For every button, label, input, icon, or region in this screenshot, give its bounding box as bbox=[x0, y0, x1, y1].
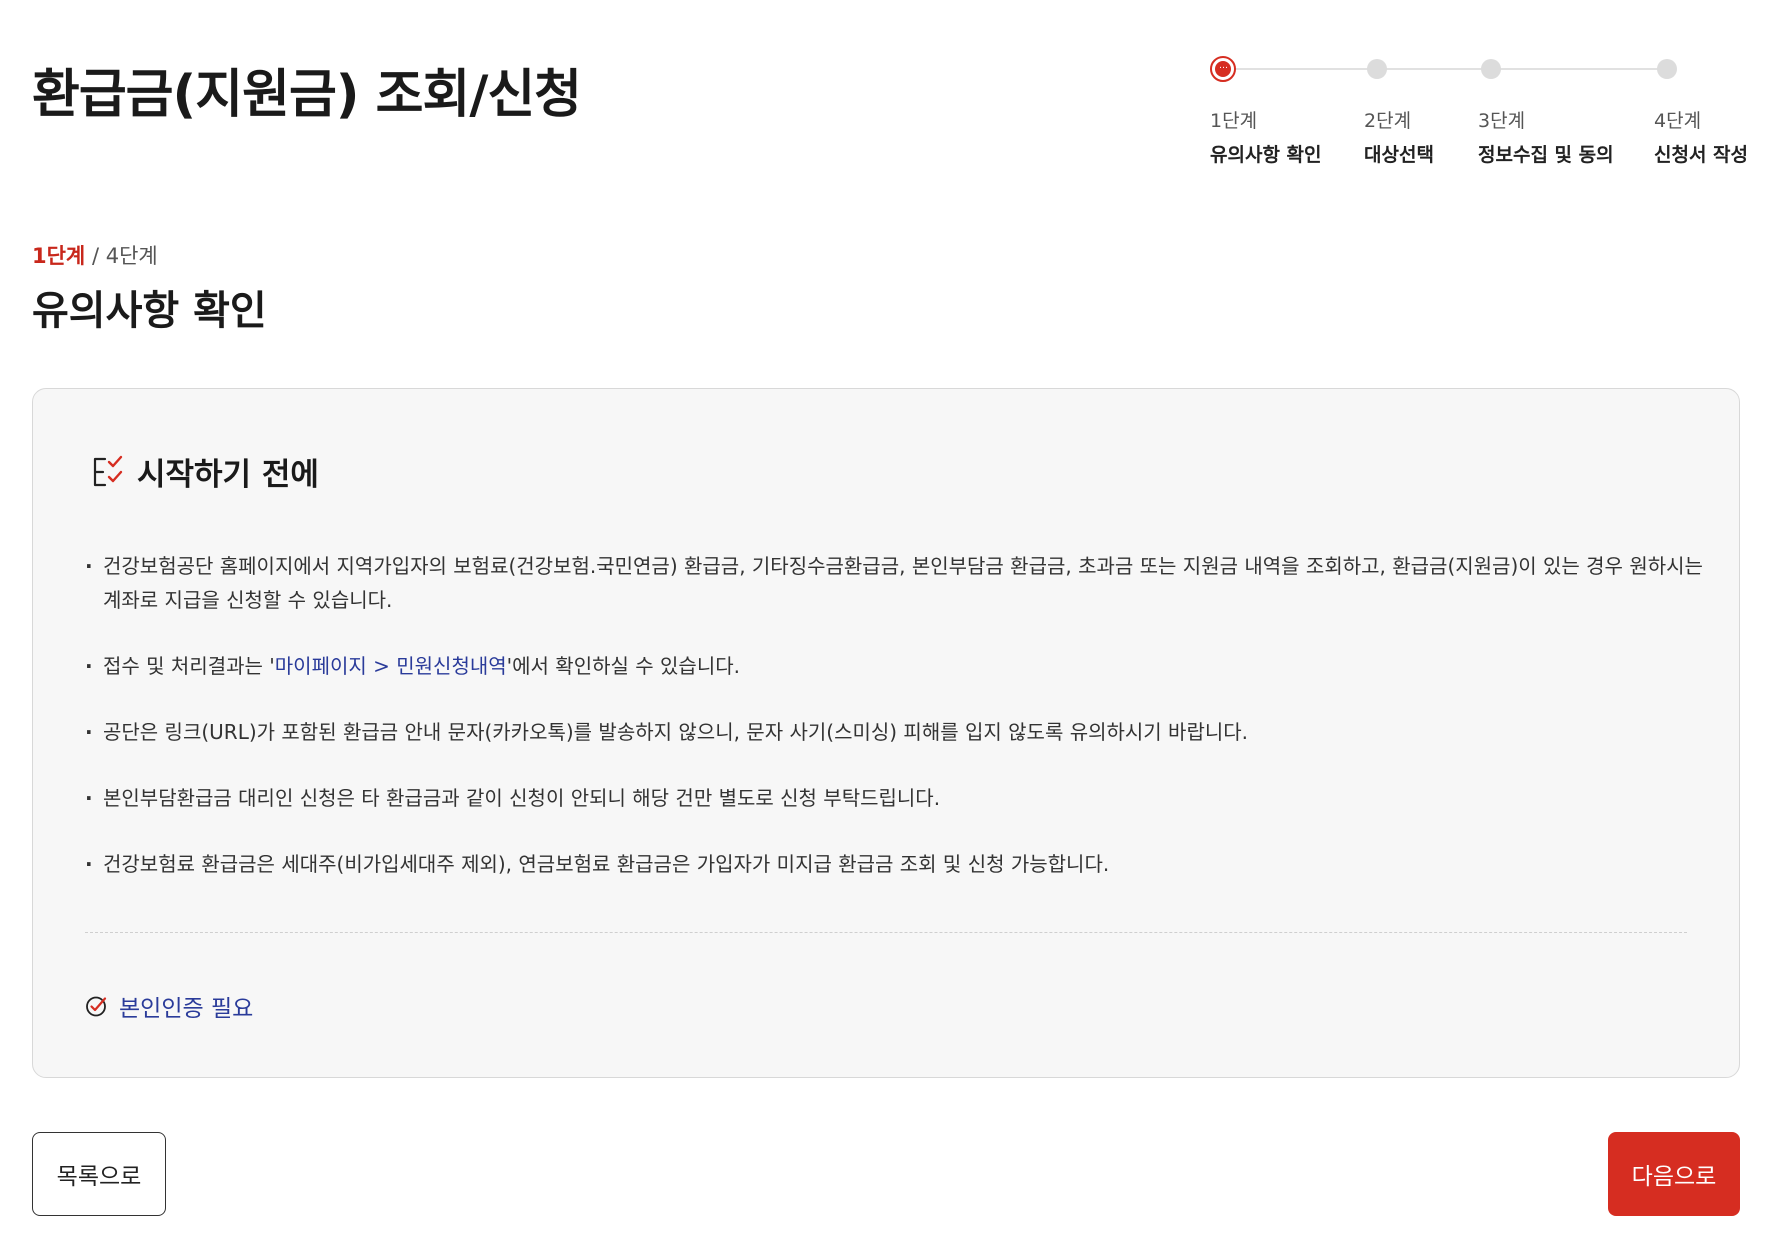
step-progress-current: 1단계 bbox=[32, 244, 86, 268]
notice-title: 시작하기 전에 bbox=[137, 457, 319, 493]
step-dot-icon bbox=[1367, 59, 1387, 79]
step-label: 신청서 작성 bbox=[1654, 144, 1749, 166]
stepper-line bbox=[1224, 68, 1674, 70]
step-progress: 1단계 / 4단계 bbox=[32, 240, 158, 270]
list-item: 접수 및 처리결과는 '마이페이지 > 민원신청내역'에서 확인하실 수 있습니… bbox=[85, 649, 1705, 683]
notice-list: 건강보험공단 홈페이지에서 지역가입자의 보험료(건강보험.국민연금) 환급금,… bbox=[85, 549, 1705, 913]
step-number: 1단계 bbox=[1210, 110, 1258, 132]
list-item: 건강보험공단 홈페이지에서 지역가입자의 보험료(건강보험.국민연금) 환급금,… bbox=[85, 549, 1705, 617]
list-item: 공단은 링크(URL)가 포함된 환급금 안내 문자(카카오톡)를 발송하지 않… bbox=[85, 715, 1705, 749]
list-item: 본인부담환급금 대리인 신청은 타 환급금과 같이 신청이 안되니 해당 건만 … bbox=[85, 781, 1705, 815]
step-label: 유의사항 확인 bbox=[1210, 144, 1322, 166]
step-progress-separator: / bbox=[85, 244, 106, 268]
list-item-text: 접수 및 처리결과는 ' bbox=[103, 654, 275, 678]
page-title: 환급금(지원금) 조회/신청 bbox=[32, 65, 582, 125]
auth-required: 본인인증 필요 bbox=[85, 989, 253, 1023]
auth-required-label: 본인인증 필요 bbox=[119, 996, 254, 1022]
progress-stepper: … 1단계 유의사항 확인 2단계 대상선택 3단계 정보수집 및 동의 4단계… bbox=[1210, 56, 1770, 176]
step-title: 유의사항 확인 bbox=[32, 288, 267, 334]
notice-box: 시작하기 전에 건강보험공단 홈페이지에서 지역가입자의 보험료(건강보험.국민… bbox=[32, 388, 1740, 1078]
divider bbox=[85, 932, 1687, 933]
step-dot-icon bbox=[1657, 59, 1677, 79]
back-to-list-button[interactable]: 목록으로 bbox=[32, 1132, 166, 1216]
step-number: 3단계 bbox=[1478, 110, 1526, 132]
next-button[interactable]: 다음으로 bbox=[1608, 1132, 1740, 1216]
checklist-icon bbox=[93, 455, 123, 486]
list-item-text: '에서 확인하실 수 있습니다. bbox=[506, 654, 740, 678]
check-circle-icon bbox=[86, 996, 107, 1017]
step-label: 정보수집 및 동의 bbox=[1478, 144, 1614, 166]
step-active-icon: … bbox=[1210, 56, 1236, 82]
step-number: 4단계 bbox=[1654, 110, 1702, 132]
notice-header: 시작하기 전에 bbox=[91, 449, 319, 494]
step-dot-icon bbox=[1481, 59, 1501, 79]
step-number: 2단계 bbox=[1364, 110, 1412, 132]
step-label: 대상선택 bbox=[1364, 144, 1434, 166]
mypage-link[interactable]: 마이페이지 > 민원신청내역 bbox=[275, 654, 507, 678]
step-progress-total: 4단계 bbox=[105, 244, 158, 268]
list-item: 건강보험료 환급금은 세대주(비가입세대주 제외), 연금보험료 환급금은 가입… bbox=[85, 847, 1705, 881]
